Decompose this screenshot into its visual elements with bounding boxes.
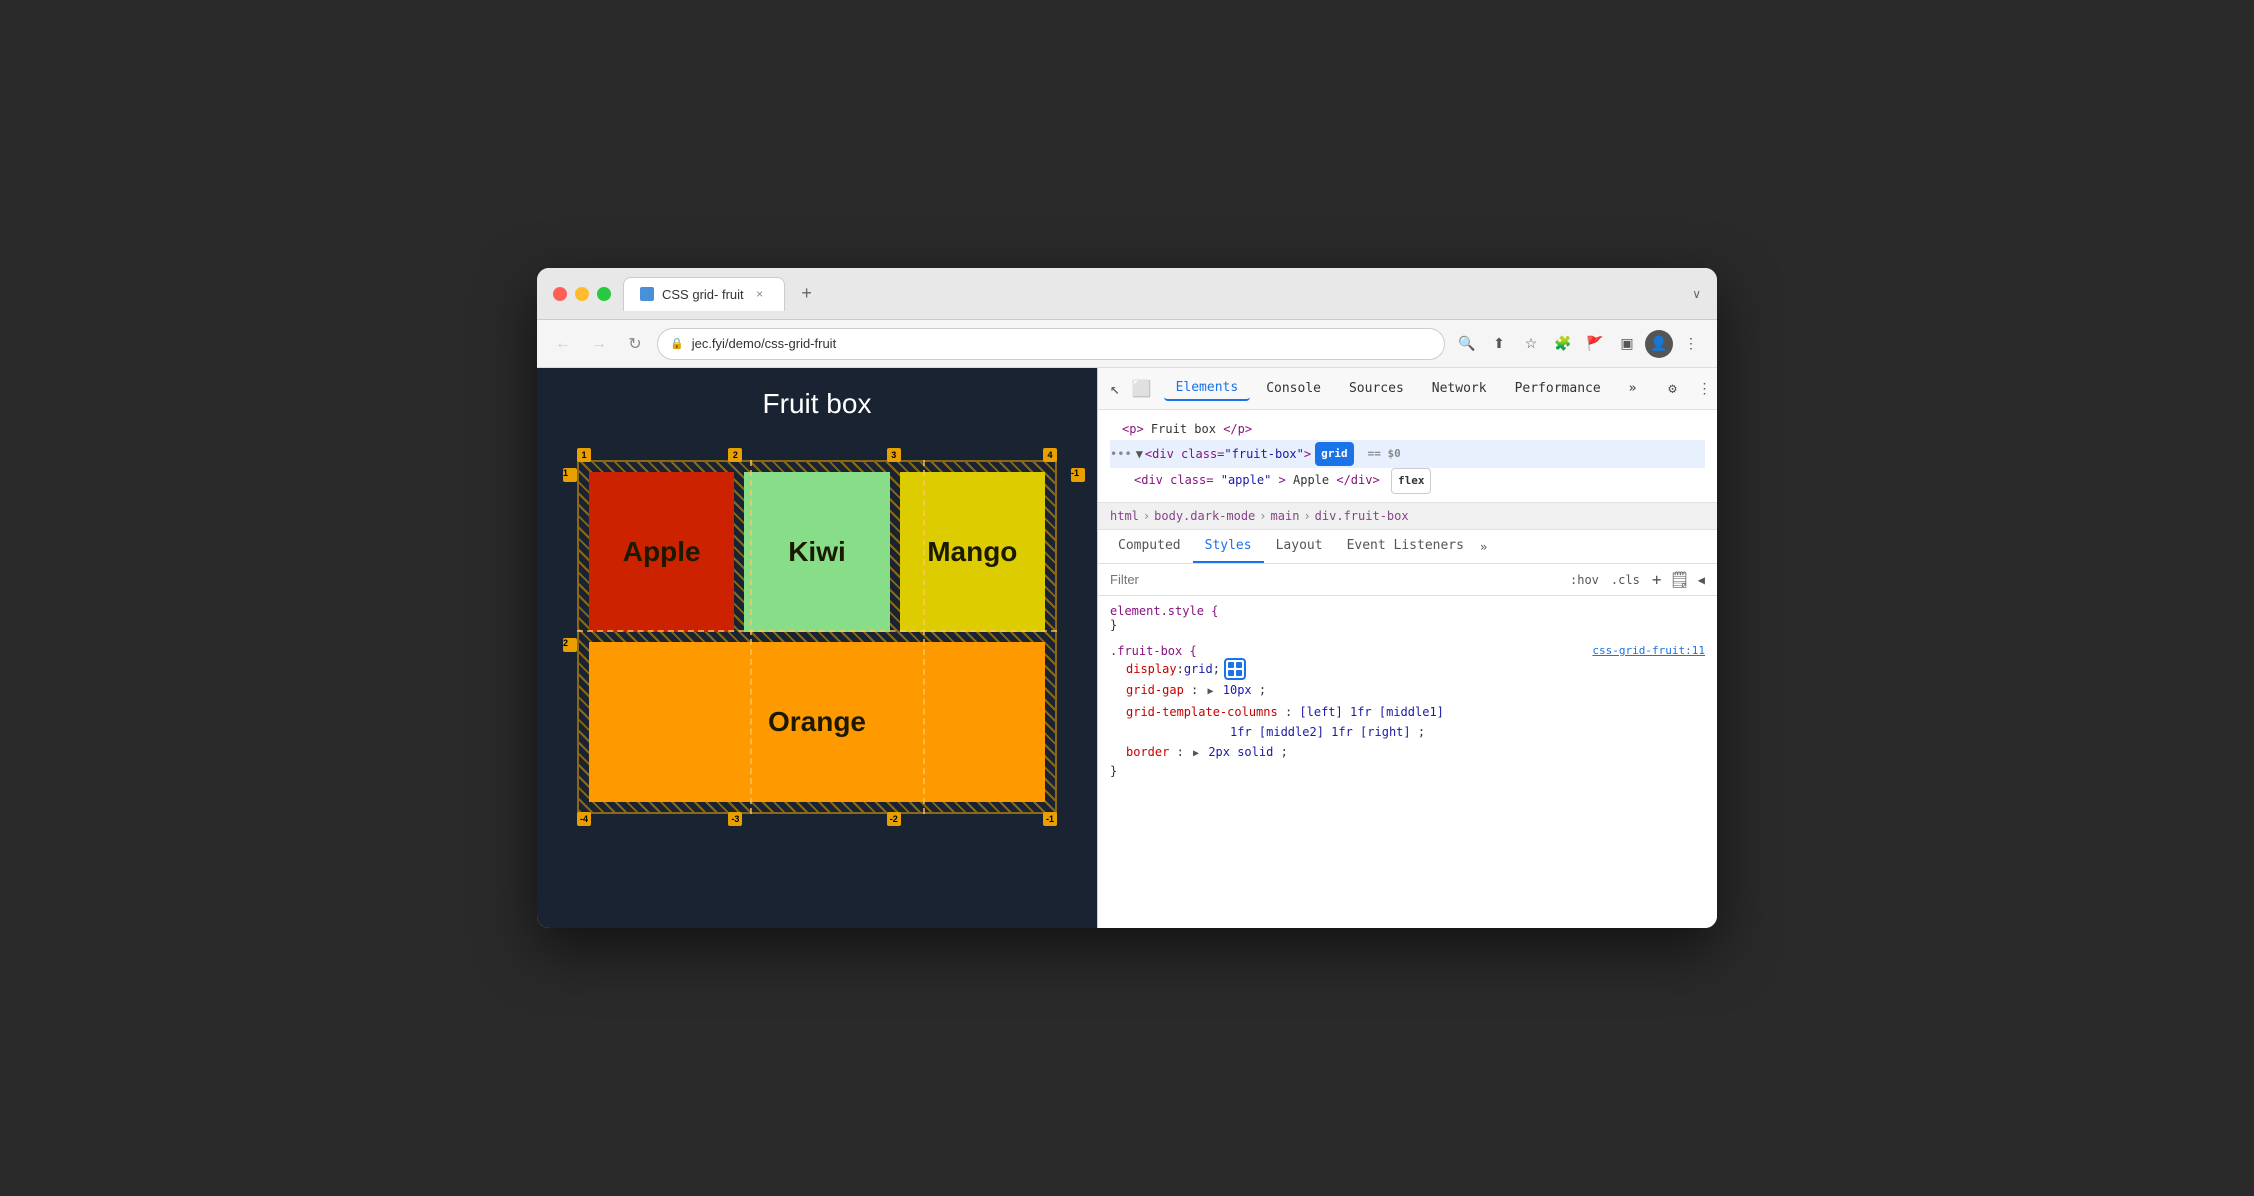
menu-icon[interactable]: ⋮ xyxy=(1677,330,1705,358)
settings-icon[interactable]: ⚙ xyxy=(1661,377,1685,401)
tab-console[interactable]: Console xyxy=(1254,377,1333,400)
element-style-rule: element.style { } xyxy=(1110,604,1705,632)
grid-label-neg-1: -1 xyxy=(1043,812,1057,826)
devtools-panel: ↖ ⬜ Elements Console Sources Network Per… xyxy=(1097,368,1717,928)
new-tab-button[interactable]: + xyxy=(793,280,821,308)
address-bar: ← → ↻ 🔒 jec.fyi/demo/css-grid-fruit 🔍 ⬆ … xyxy=(537,320,1717,368)
extension-icon[interactable]: 🧩 xyxy=(1549,330,1577,358)
subtab-event-listeners[interactable]: Event Listeners xyxy=(1335,530,1476,563)
url-bar[interactable]: 🔒 jec.fyi/demo/css-grid-fruit xyxy=(657,328,1445,360)
tab-chevron-icon[interactable]: ∨ xyxy=(1692,287,1701,301)
filter-actions: :hov .cls + 🗒 ◀ xyxy=(1570,570,1705,589)
subtabs: Computed Styles Layout Event Listeners » xyxy=(1098,530,1717,564)
more-options-icon[interactable]: ⋮ xyxy=(1693,377,1717,401)
grid-badge[interactable]: grid xyxy=(1315,442,1354,466)
breadcrumb-main[interactable]: main xyxy=(1271,509,1300,523)
tab-sources[interactable]: Sources xyxy=(1337,377,1416,400)
mango-cell: Mango xyxy=(900,472,1045,632)
url-text: jec.fyi/demo/css-grid-fruit xyxy=(692,336,836,351)
border-expand[interactable]: ▶ xyxy=(1193,748,1199,759)
tab-close-button[interactable]: × xyxy=(752,286,768,302)
copy-styles-icon[interactable]: 🗒 xyxy=(1669,570,1689,589)
breadcrumb-body[interactable]: body.dark-mode xyxy=(1154,509,1255,523)
fruit-box-rule: .fruit-box { css-grid-fruit:11 display :… xyxy=(1110,644,1705,778)
grid-label-row-1: 1 xyxy=(563,468,577,482)
kiwi-cell: Kiwi xyxy=(744,472,889,632)
hov-button[interactable]: :hov xyxy=(1570,573,1599,587)
tab-more[interactable]: » xyxy=(1617,377,1649,400)
webpage-area: Fruit box 1 2 3 4 1 2 xyxy=(537,368,1097,928)
devtools-actions: ⚙ ⋮ × xyxy=(1661,377,1718,401)
bookmark-icon[interactable]: ☆ xyxy=(1517,330,1545,358)
css-grid-template-line: grid-template-columns : [left] 1fr [midd… xyxy=(1110,702,1705,722)
tab-network[interactable]: Network xyxy=(1420,377,1499,400)
tab-performance[interactable]: Performance xyxy=(1503,377,1613,400)
breadcrumb: html › body.dark-mode › main › div.fruit… xyxy=(1098,503,1717,530)
browser-window: CSS grid- fruit × + ∨ ← → ↻ 🔒 jec.fyi/de… xyxy=(537,268,1717,928)
subtab-computed[interactable]: Computed xyxy=(1106,530,1193,563)
minimize-button[interactable] xyxy=(575,287,589,301)
share-icon[interactable]: ⬆ xyxy=(1485,330,1513,358)
element-style-selector: element.style { xyxy=(1110,604,1705,618)
flex-badge[interactable]: flex xyxy=(1391,468,1432,494)
subtab-layout[interactable]: Layout xyxy=(1264,530,1335,563)
back-button[interactable]: ← xyxy=(549,330,577,358)
dom-p-tag: <p> xyxy=(1122,422,1144,436)
grid-label-neg-4: -4 xyxy=(577,812,591,826)
forward-button[interactable]: → xyxy=(585,330,613,358)
subtab-styles[interactable]: Styles xyxy=(1193,530,1264,563)
profile-icon[interactable]: 👤 xyxy=(1645,330,1673,358)
prev-icon[interactable]: ◀ xyxy=(1698,573,1705,587)
tab-label: CSS grid- fruit xyxy=(662,287,744,302)
filter-input[interactable] xyxy=(1110,572,1562,587)
css-source-link[interactable]: css-grid-fruit:11 xyxy=(1592,644,1705,658)
dom-line-1: <p> Fruit box </p> xyxy=(1110,418,1705,440)
css-rules: element.style { } .fruit-box { css-grid-… xyxy=(1098,596,1717,928)
element-picker-icon[interactable]: ↖ xyxy=(1110,377,1120,401)
page-title: Fruit box xyxy=(557,388,1077,420)
screenshot-icon[interactable]: ▣ xyxy=(1613,330,1641,358)
css-display-line: display : grid ; xyxy=(1110,658,1705,680)
devtools-toolbar: ↖ ⬜ Elements Console Sources Network Per… xyxy=(1098,368,1717,410)
zoom-icon[interactable]: 🔍 xyxy=(1453,330,1481,358)
flag-icon[interactable]: 🚩 xyxy=(1581,330,1609,358)
css-grid-template-line-2: 1fr [middle2] 1fr [right] ; xyxy=(1110,722,1705,742)
css-grid-gap-line: grid-gap : ▶ 10px ; xyxy=(1110,680,1705,702)
title-bar: CSS grid- fruit × + ∨ xyxy=(537,268,1717,320)
active-tab[interactable]: CSS grid- fruit × xyxy=(623,277,785,311)
apple-cell: Apple xyxy=(589,472,734,632)
device-emulation-icon[interactable]: ⬜ xyxy=(1132,377,1152,401)
grid-gap-expand[interactable]: ▶ xyxy=(1207,686,1213,697)
add-style-icon[interactable]: + xyxy=(1652,570,1662,589)
subtab-more[interactable]: » xyxy=(1476,532,1491,562)
grid-label-neg-3: -3 xyxy=(728,812,742,826)
breadcrumb-div-fruit-box[interactable]: div.fruit-box xyxy=(1315,509,1409,523)
grid-container: Apple Kiwi Mango Orange xyxy=(577,460,1057,814)
orange-cell: Orange xyxy=(589,642,1045,802)
cls-button[interactable]: .cls xyxy=(1611,573,1640,587)
refresh-button[interactable]: ↻ xyxy=(621,330,649,358)
close-button[interactable] xyxy=(553,287,567,301)
grid-label-right-neg1: -1 xyxy=(1071,468,1085,482)
css-border-line: border : ▶ 2px solid ; xyxy=(1110,742,1705,764)
dom-line-2[interactable]: ••• ▼ <div class= "fruit-box" > grid == … xyxy=(1110,440,1705,468)
toolbar-icons: 🔍 ⬆ ☆ 🧩 🚩 ▣ 👤 ⋮ xyxy=(1453,330,1705,358)
tab-bar: CSS grid- fruit × + ∨ xyxy=(623,277,1701,311)
styles-filter: :hov .cls + 🗒 ◀ xyxy=(1098,564,1717,596)
main-content: Fruit box 1 2 3 4 1 2 xyxy=(537,368,1717,928)
devtools-main-tabs: Elements Console Sources Network Perform… xyxy=(1164,376,1649,401)
grid-label-row-2: 2 xyxy=(563,638,577,652)
traffic-lights xyxy=(553,287,611,301)
breadcrumb-html[interactable]: html xyxy=(1110,509,1139,523)
dom-line-3: <div class= "apple" > Apple </div> flex xyxy=(1110,468,1705,494)
grid-label-neg-2: -2 xyxy=(887,812,901,826)
maximize-button[interactable] xyxy=(597,287,611,301)
tab-favicon xyxy=(640,287,654,301)
tab-elements[interactable]: Elements xyxy=(1164,376,1251,401)
dom-tree: <p> Fruit box </p> ••• ▼ <div class= "fr… xyxy=(1098,410,1717,503)
lock-icon: 🔒 xyxy=(670,337,684,350)
grid-icon-badge[interactable] xyxy=(1224,658,1246,680)
